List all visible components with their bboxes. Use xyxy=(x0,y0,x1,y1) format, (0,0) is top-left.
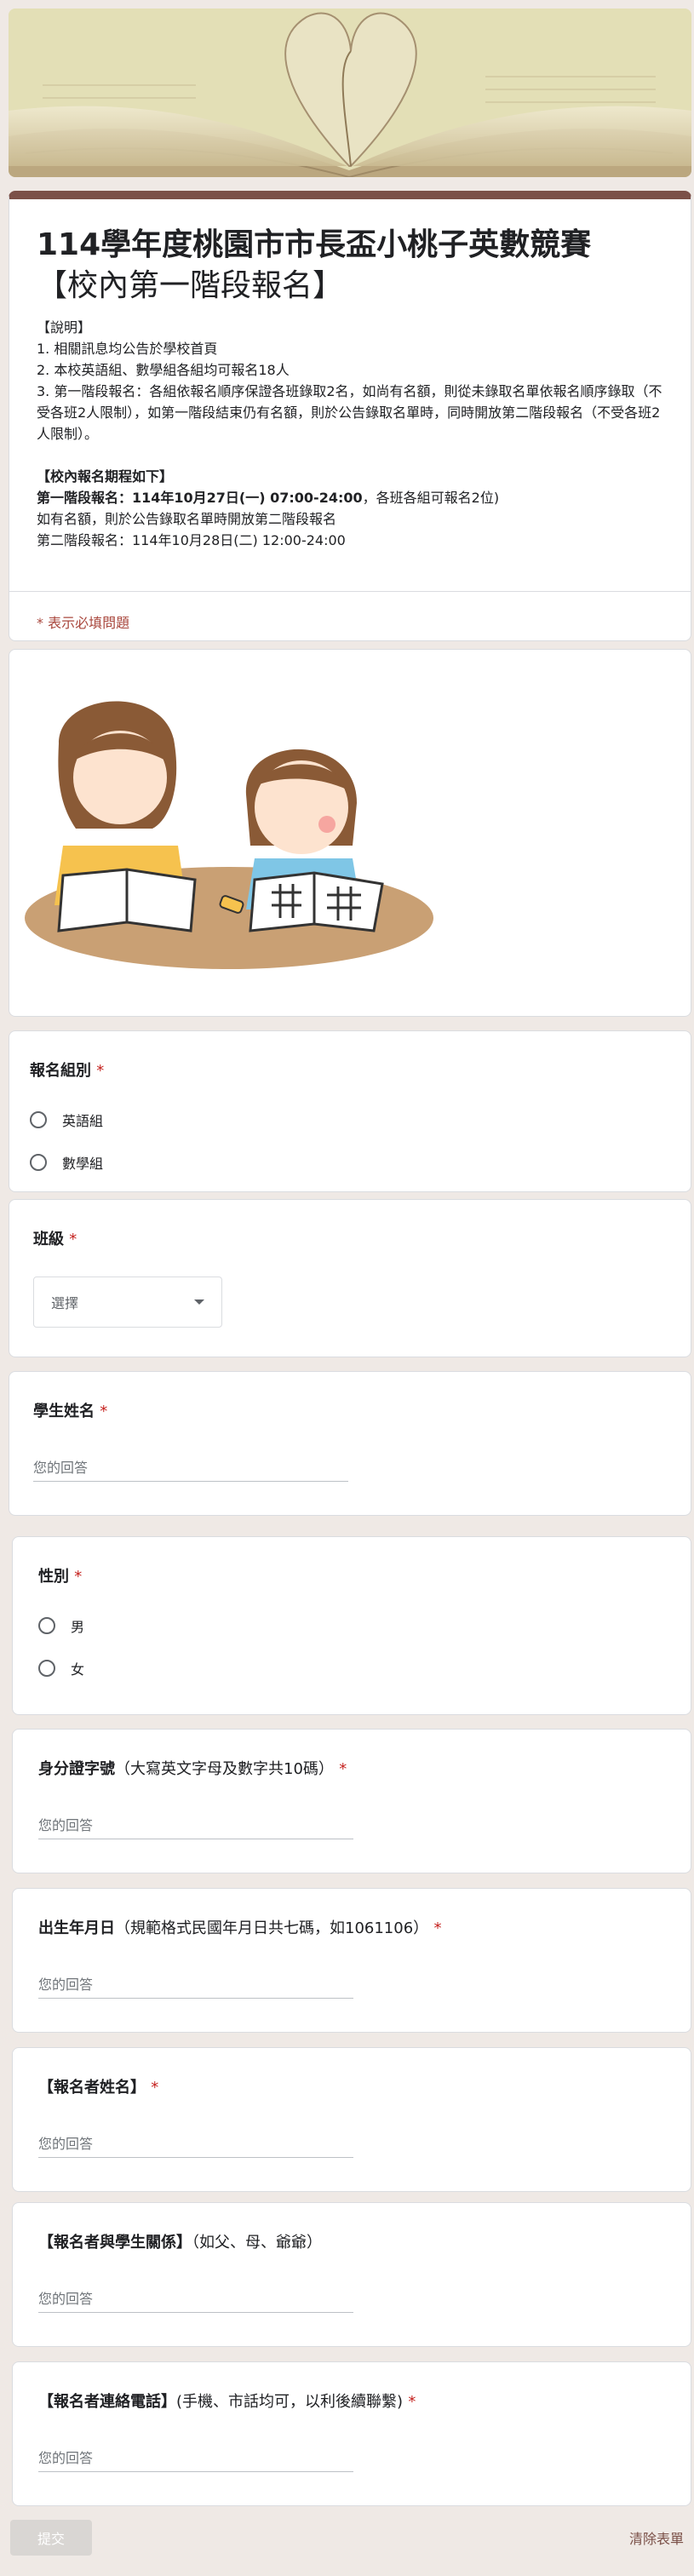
required-star: * xyxy=(69,1231,77,1248)
question-id-card: 身分證字號（大寫英文字母及數字共10碼） * 您的回答 xyxy=(12,1729,691,1873)
question-title: 【報名者姓名】 * xyxy=(38,2075,158,2097)
question-group-card: 報名組別 * 英語組 數學組 xyxy=(9,1030,691,1192)
question-label: 【報名者連絡電話】 xyxy=(38,2393,176,2411)
question-label: 報名組別 xyxy=(30,1062,91,1080)
student-name-input[interactable]: 您的回答 xyxy=(33,1455,348,1482)
question-title: 報名組別 * xyxy=(30,1059,104,1081)
form-title: 114學年度桃園市市長盃小桃子英數競賽 【校內第一階段報名】 xyxy=(37,225,591,307)
question-birthday-card: 出生年月日（規範格式民國年月日共七碼，如1061106） * 您的回答 xyxy=(12,1888,691,2033)
question-student-name-card: 學生姓名 * 您的回答 xyxy=(9,1371,691,1516)
clear-form-button[interactable]: 清除表單 xyxy=(629,2527,684,2548)
form-title-card: 114學年度桃園市市長盃小桃子英數競賽 【校內第一階段報名】 【說明】 1. 相… xyxy=(9,191,691,641)
radio-circle-icon[interactable] xyxy=(38,1617,55,1634)
desc-line: 1. 相關訊息均公告於學校首頁 xyxy=(37,341,218,357)
question-phone-card: 【報名者連絡電話】(手機、市話均可，以利後續聯繫) * 您的回答 xyxy=(12,2361,691,2506)
radio-circle-icon[interactable] xyxy=(30,1111,47,1128)
required-star: * xyxy=(74,1568,83,1586)
option-label: 女 xyxy=(71,1661,85,1678)
form-title-main: 114學年度桃園市市長盃小桃子英數競賽 xyxy=(37,227,592,262)
question-title: 【報名者與學生關係】（如父、母、爺爺） xyxy=(38,2230,322,2252)
required-note: * 表示必填問題 xyxy=(37,615,130,631)
question-label: 【報名者姓名】 xyxy=(38,2079,146,2097)
caret-down-icon xyxy=(194,1299,204,1305)
required-star: * xyxy=(100,1403,108,1420)
schedule-title: 【校內報名期程如下】 xyxy=(37,468,174,485)
question-title: 身分證字號（大寫英文字母及數字共10碼） * xyxy=(38,1757,347,1779)
option-label: 英語組 xyxy=(62,1113,104,1129)
question-hint: （規範格式民國年月日共七碼，如1061106） xyxy=(115,1919,429,1937)
question-label: 學生姓名 xyxy=(33,1403,95,1420)
question-applicant-name-card: 【報名者姓名】 * 您的回答 xyxy=(12,2047,691,2192)
schedule-bold: 第一階段報名：114年10月27日(一) 07:00-24:00 xyxy=(37,490,363,506)
header-banner-image xyxy=(9,9,691,177)
schedule-line-2: 如有名額，則於公告錄取名單時開放第二階段報名 xyxy=(37,511,337,527)
radio-option-math[interactable]: 數學組 xyxy=(30,1152,103,1173)
option-label: 數學組 xyxy=(62,1156,104,1172)
illustration-card xyxy=(9,649,691,1017)
desc-line: 【說明】 xyxy=(37,319,92,336)
option-label: 男 xyxy=(71,1619,85,1635)
question-label: 班級 xyxy=(33,1231,64,1248)
select-value: 選擇 xyxy=(51,1295,79,1311)
question-hint: （大寫英文字母及數字共10碼） xyxy=(115,1760,334,1778)
question-relation-card: 【報名者與學生關係】（如父、母、爺爺） 您的回答 xyxy=(12,2202,691,2347)
id-number-input[interactable]: 您的回答 xyxy=(38,1813,353,1839)
radio-option-male[interactable]: 男 xyxy=(38,1615,84,1636)
birthday-input[interactable]: 您的回答 xyxy=(38,1972,353,1999)
required-star: * xyxy=(96,1062,105,1080)
question-title: 性別 * xyxy=(38,1564,82,1586)
required-star: * xyxy=(408,2393,416,2411)
required-star: * xyxy=(339,1760,347,1778)
class-select-dropdown[interactable]: 選擇 xyxy=(33,1277,222,1328)
question-title: 學生姓名 * xyxy=(33,1399,107,1421)
question-hint: （如父、母、爺爺） xyxy=(192,2234,322,2252)
submit-button[interactable]: 提交 xyxy=(10,2520,92,2556)
radio-circle-icon[interactable] xyxy=(38,1660,55,1677)
schedule-line-3: 第二階段報名：114年10月28日(二) 12:00-24:00 xyxy=(37,532,346,548)
form-title-sub: 【校內第一階段報名】 xyxy=(37,268,344,303)
question-title: 班級 * xyxy=(33,1227,77,1249)
children-studying-illustration xyxy=(25,701,433,969)
question-label: 【報名者與學生關係】 xyxy=(38,2234,192,2252)
schedule-line-1: 第一階段報名：114年10月27日(一) 07:00-24:00，各班各組可報名… xyxy=(37,487,670,508)
radio-option-english[interactable]: 英語組 xyxy=(30,1110,103,1130)
radio-option-female[interactable]: 女 xyxy=(38,1658,84,1678)
question-class-card: 班級 * 選擇 xyxy=(9,1199,691,1357)
divider xyxy=(9,591,691,592)
required-star: * xyxy=(151,2079,159,2097)
question-hint: (手機、市話均可，以利後續聯繫) xyxy=(176,2393,404,2411)
required-star: * xyxy=(433,1919,442,1937)
question-label: 身分證字號 xyxy=(38,1760,115,1778)
question-label: 出生年月日 xyxy=(38,1919,115,1937)
phone-input[interactable]: 您的回答 xyxy=(38,2446,353,2472)
schedule-rest: ，各班各組可報名2位) xyxy=(362,490,500,506)
form-description: 【說明】 1. 相關訊息均公告於學校首頁 2. 本校英語組、數學組各組均可報名1… xyxy=(37,317,670,551)
applicant-name-input[interactable]: 您的回答 xyxy=(38,2131,353,2158)
book-heart-illustration xyxy=(9,9,691,177)
radio-circle-icon[interactable] xyxy=(30,1154,47,1171)
question-title: 出生年月日（規範格式民國年月日共七碼，如1061106） * xyxy=(38,1916,441,1938)
desc-line: 2. 本校英語組、數學組各組均可報名18人 xyxy=(37,362,290,378)
desc-line: 3. 第一階段報名：各組依報名順序保證各班錄取2名，如尚有名額，則從未錄取名單依… xyxy=(37,383,662,442)
question-title: 【報名者連絡電話】(手機、市話均可，以利後續聯繫) * xyxy=(38,2390,416,2412)
question-label: 性別 xyxy=(38,1568,69,1586)
question-gender-card: 性別 * 男 女 xyxy=(12,1536,691,1715)
relation-input[interactable]: 您的回答 xyxy=(38,2286,353,2313)
